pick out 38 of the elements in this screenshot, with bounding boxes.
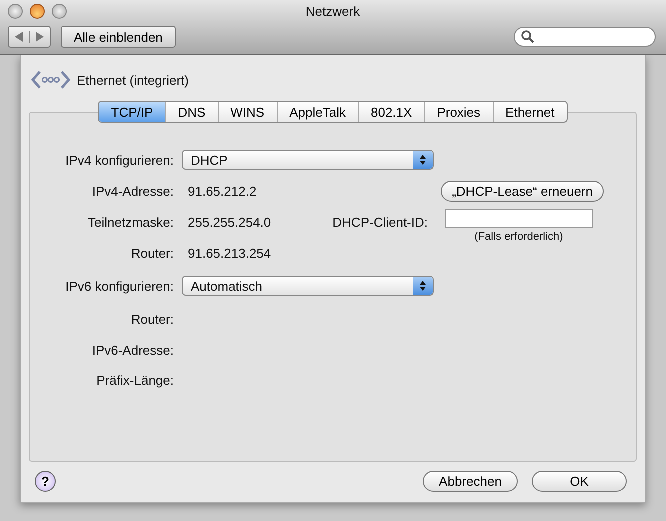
dialog-button[interactable]: OK bbox=[532, 471, 627, 492]
window-title: Netzwerk bbox=[306, 4, 360, 19]
tab[interactable]: 802.1X bbox=[358, 102, 424, 122]
close-button[interactable] bbox=[8, 4, 23, 19]
popup-menu[interactable]: DHCP bbox=[182, 150, 434, 170]
client-id-field[interactable] bbox=[445, 209, 593, 228]
stepper-arrows-icon bbox=[413, 277, 433, 295]
popup-menu[interactable]: Automatisch bbox=[182, 276, 434, 296]
tab[interactable]: Ethernet bbox=[492, 102, 567, 122]
tab[interactable]: WINS bbox=[218, 102, 277, 122]
field-label: Präfix-Länge: bbox=[96, 373, 175, 388]
tab[interactable]: AppleTalk bbox=[276, 102, 358, 122]
tab[interactable]: DNS bbox=[165, 102, 218, 122]
zoom-button[interactable] bbox=[52, 4, 67, 19]
hint-text: (Falls erforderlich) bbox=[474, 231, 564, 243]
dialog-button[interactable]: Abbrechen bbox=[423, 471, 518, 492]
help-button[interactable]: ? bbox=[35, 471, 56, 492]
field-label: Teilnetzmaske: bbox=[87, 215, 175, 230]
field-label: IPv6-Adresse: bbox=[91, 342, 175, 358]
client-id-label: DHCP-Client-ID: bbox=[332, 215, 429, 230]
stepper-arrows-icon bbox=[413, 151, 433, 169]
minimize-button[interactable] bbox=[30, 4, 45, 19]
search-field[interactable] bbox=[514, 27, 656, 47]
field-label: IPv4 konfigurieren: bbox=[64, 152, 175, 168]
field-label: IPv4-Adresse: bbox=[91, 184, 175, 199]
field-label: Router: bbox=[130, 246, 175, 260]
field-label: Router: bbox=[130, 312, 175, 327]
back-forward-control[interactable] bbox=[8, 26, 51, 48]
field-value: 91.65.213.254 bbox=[188, 246, 272, 260]
show-all-button[interactable]: Alle einblenden bbox=[61, 26, 176, 48]
field-value: 255.255.254.0 bbox=[188, 215, 272, 230]
search-icon bbox=[521, 30, 535, 44]
tab[interactable]: Proxies bbox=[424, 102, 493, 122]
field-value: 91.65.212.2 bbox=[188, 184, 257, 199]
renew-lease-button[interactable]: „DHCP-Lease“ erneuern bbox=[441, 181, 604, 202]
tab[interactable]: TCP/IP bbox=[99, 102, 166, 122]
interface-name: Ethernet (integriert) bbox=[77, 72, 189, 88]
field-label: IPv6 konfigurieren: bbox=[64, 278, 175, 294]
